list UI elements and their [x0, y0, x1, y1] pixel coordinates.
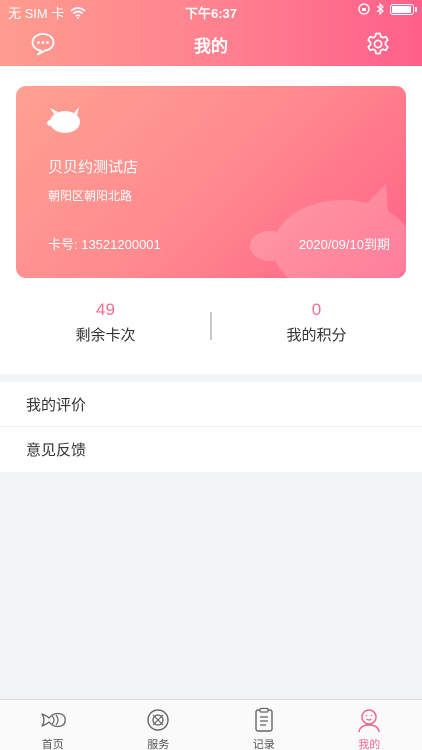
member-card[interactable]: 贝贝约测试店 朝阳区朝阳北路 卡号: 13521200001 2020/09/1…: [16, 86, 406, 278]
header: 无 SIM 卡 下午6:37 我的: [0, 0, 422, 66]
service-icon: [147, 709, 169, 731]
nav-bar: 我的: [0, 26, 422, 62]
tab-label: 记录: [252, 739, 275, 750]
menu-item-my-reviews[interactable]: 我的评价: [0, 382, 422, 427]
tab-label: 首页: [41, 739, 64, 750]
store-address: 朝阳区朝阳北路: [48, 189, 133, 203]
remaining-count-label: 剩余卡次: [75, 327, 136, 344]
remaining-count-value: 49: [96, 300, 115, 319]
piggy-watermark-icon: [250, 184, 406, 278]
tab-mine[interactable]: 我的: [317, 700, 422, 750]
tab-home[interactable]: 首页: [0, 700, 106, 750]
tab-service[interactable]: 服务: [106, 700, 212, 750]
store-name: 贝贝约测试店: [48, 159, 139, 176]
points-label: 我的积分: [286, 327, 347, 344]
tab-records[interactable]: 记录: [211, 700, 317, 750]
page-title: 我的: [194, 37, 228, 56]
battery-icon: [390, 3, 417, 15]
settings-button[interactable]: [364, 30, 392, 58]
status-bar: 无 SIM 卡 下午6:37: [0, 0, 422, 22]
points-value: 0: [311, 300, 322, 319]
profile-panel: 贝贝约测试店 朝阳区朝阳北路 卡号: 13521200001 2020/09/1…: [0, 66, 422, 374]
rotation-lock-icon: [358, 3, 370, 15]
remaining-count-stat[interactable]: 49 剩余卡次: [0, 296, 211, 356]
tab-label: 服务: [147, 739, 170, 750]
tab-bar: 首页 服务 记录 我的: [0, 699, 422, 750]
card-expiry: 2020/09/10到期: [298, 237, 390, 252]
gear-icon: [367, 32, 389, 55]
app-root: 无 SIM 卡 下午6:37 我的 贝贝约测试店 朝阳区朝阳北路 卡号: 135…: [0, 0, 422, 750]
bluetooth-icon: [376, 3, 384, 15]
fish-icon: [41, 712, 66, 728]
stats-row: 49 剩余卡次 0 我的积分: [0, 296, 422, 356]
clipboard-icon: [255, 707, 273, 732]
tab-label: 我的: [358, 739, 381, 750]
menu-list: 我的评价 意见反馈: [0, 382, 422, 472]
card-number: 卡号: 13521200001: [48, 237, 161, 252]
piggy-logo-icon: [47, 107, 80, 133]
menu-item-label: 意见反馈: [26, 442, 87, 459]
menu-item-feedback[interactable]: 意见反馈: [0, 427, 422, 472]
stats-divider: [210, 312, 212, 340]
status-right: [358, 3, 417, 15]
points-stat[interactable]: 0 我的积分: [211, 296, 422, 356]
person-icon: [358, 709, 380, 733]
menu-item-label: 我的评价: [26, 396, 87, 414]
